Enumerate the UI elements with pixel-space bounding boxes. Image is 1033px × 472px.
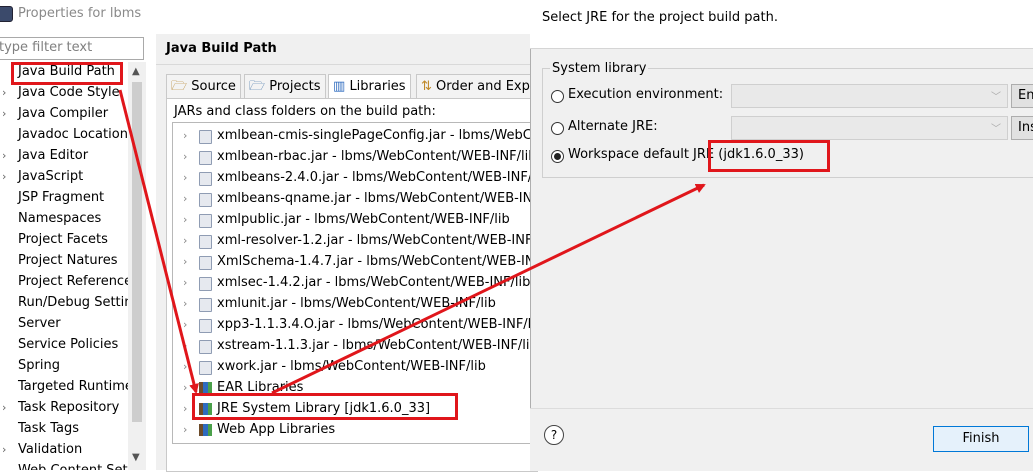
- arrow-to-jre-version: [271, 183, 706, 395]
- annotation-arrows: [118, 89, 706, 395]
- arrow-to-jre-library: [118, 89, 199, 394]
